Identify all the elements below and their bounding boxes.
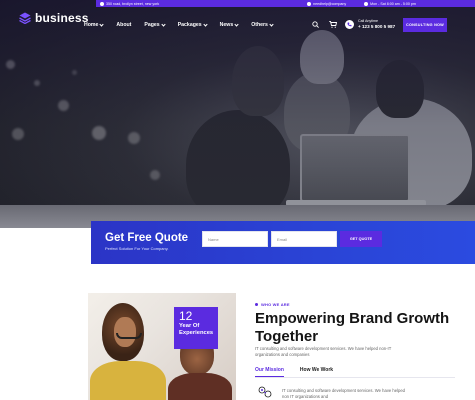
man-body (168, 373, 232, 400)
headset (116, 333, 142, 339)
nav-item-pages[interactable]: Pages (144, 21, 166, 28)
nav-label: News (219, 22, 234, 28)
chevron-down-icon (161, 21, 166, 27)
eyebrow-dot-icon (255, 303, 258, 306)
email-item[interactable]: needhelp@company (307, 1, 346, 6)
email-icon (307, 1, 312, 6)
nav-label: Pages (144, 22, 160, 28)
tab-how-we-work[interactable]: How We Work (300, 367, 333, 377)
search-icon[interactable] (312, 21, 319, 28)
mission-icon (258, 386, 272, 398)
hero-overlay (0, 0, 475, 228)
nav-item-packages[interactable]: Packages (177, 21, 208, 28)
chevron-down-icon (99, 21, 105, 27)
call-anytime[interactable]: Call Anytime + 123 5 800 5 987 (345, 19, 395, 30)
woman-body (90, 361, 166, 400)
chevron-down-icon (269, 21, 274, 27)
location-icon (100, 1, 104, 6)
nav-label: Others (251, 22, 268, 28)
nav-item-news[interactable]: News (219, 21, 239, 28)
consulting-now-button[interactable]: CONSULTING NOW (403, 18, 447, 32)
experience-text: Year Of Experiences (179, 323, 214, 336)
nav-item-home[interactable]: Home (84, 21, 105, 28)
about-description: IT consulting and software development s… (255, 346, 392, 357)
nav-item-others[interactable]: Others (251, 21, 274, 28)
nav-label: About (116, 22, 132, 28)
hours-item: Mon - Sat 8:00 am - 5:00 pm (364, 1, 416, 6)
main-nav: Home About Pages Packages News Others (84, 21, 274, 28)
hero-image (0, 0, 475, 228)
chevron-down-icon (234, 21, 239, 27)
logo[interactable]: business (19, 11, 89, 25)
address-text: 350 road, brollyn street, new york (106, 1, 160, 6)
experience-badge: 12 Year Of Experiences (174, 307, 218, 349)
quote-title: Get Free Quote (105, 232, 189, 244)
top-info-strip: 350 road, brollyn street, new york needh… (96, 0, 475, 7)
quote-subtitle: Perfect Solution For Your Company. (105, 246, 169, 251)
hours-text: Mon - Sat 8:00 am - 5:00 pm (370, 1, 416, 6)
call-label: Call Anytime (358, 19, 378, 23)
email-input[interactable]: Email (271, 231, 337, 247)
call-number[interactable]: + 123 5 800 5 987 (358, 24, 395, 29)
phone-icon (345, 20, 354, 29)
who-we-are-eyebrow: WHO WE ARE (255, 302, 290, 307)
mission-text: IT consulting and software development s… (282, 388, 405, 399)
nav-label: Packages (177, 22, 202, 28)
cart-icon[interactable] (329, 21, 337, 28)
call-text: Call Anytime + 123 5 800 5 987 (358, 19, 395, 30)
email-text[interactable]: needhelp@company (313, 2, 346, 6)
logo-text: business (35, 11, 89, 25)
quote-bar: Get Free Quote Perfect Solution For Your… (91, 221, 475, 264)
woman-face (114, 317, 136, 347)
chevron-down-icon (203, 21, 208, 27)
about-heading: Empowering Brand Growth Together (255, 310, 450, 345)
get-quote-button[interactable]: GET QUOTE (340, 231, 382, 247)
about-tabs: Our Mission How We Work (255, 367, 455, 378)
logo-icon (19, 12, 31, 24)
nav-icons (312, 21, 337, 28)
eyebrow-text: WHO WE ARE (261, 302, 290, 307)
page: 350 road, brollyn street, new york needh… (0, 0, 475, 400)
name-input[interactable]: Name (202, 231, 268, 247)
address-item: 350 road, brollyn street, new york (100, 1, 160, 6)
nav-item-about[interactable]: About (116, 22, 131, 28)
experience-number: 12 (179, 309, 193, 323)
nav-label: Home (84, 22, 99, 28)
clock-icon (364, 1, 369, 6)
tab-our-mission[interactable]: Our Mission (255, 367, 284, 377)
